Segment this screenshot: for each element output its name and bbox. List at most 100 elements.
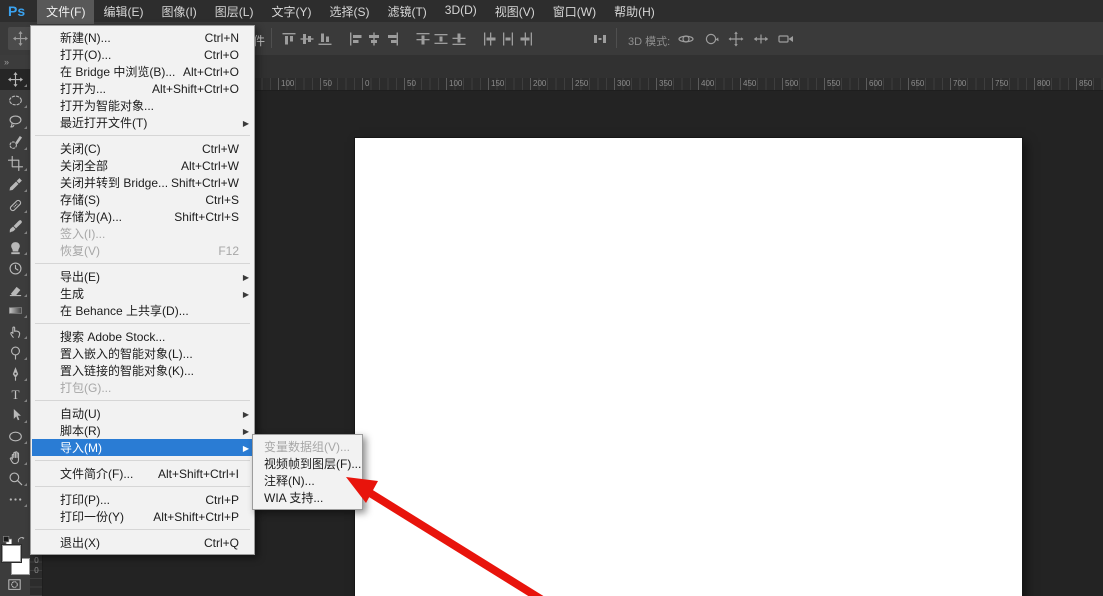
photoshop-logo: Ps (0, 3, 37, 19)
menu-item[interactable]: 关闭(C)Ctrl+W (32, 140, 253, 157)
menubar-item[interactable]: 文字(Y) (262, 0, 320, 24)
hand-tool[interactable] (0, 447, 30, 468)
menu-item[interactable]: 脚本(R)▶ (32, 422, 253, 439)
menubar-item[interactable]: 3D(D) (436, 0, 486, 24)
ruler-label: 400 (698, 78, 714, 90)
move-tool[interactable] (0, 69, 30, 90)
align-left-edges-icon[interactable] (348, 31, 364, 47)
document-canvas[interactable] (355, 138, 1022, 596)
menubar-item[interactable]: 滤镜(T) (378, 0, 435, 24)
zoom-tool[interactable] (0, 468, 30, 489)
quick-mask-icon[interactable] (5, 578, 24, 592)
gradient-tool[interactable] (0, 300, 30, 321)
menu-item[interactable]: 退出(X)Ctrl+Q (32, 534, 253, 551)
path-selection-tool[interactable] (0, 405, 30, 426)
3d-roll-icon[interactable] (703, 31, 719, 47)
submenu-item[interactable]: 注释(N)... (254, 472, 361, 489)
menu-item[interactable]: 打开为...Alt+Shift+Ctrl+O (32, 80, 253, 97)
menubar-item[interactable]: 文件(F) (37, 0, 94, 24)
type-tool[interactable]: T (0, 384, 30, 405)
menu-item[interactable]: 置入链接的智能对象(K)... (32, 362, 253, 379)
submenu-item[interactable]: 视频帧到图层(F)... (254, 455, 361, 472)
distribute-spacing-icon[interactable] (592, 31, 608, 47)
align-horizontal-centers-icon[interactable] (366, 31, 382, 47)
ruler-label: 550 (824, 78, 840, 90)
eyedropper-tool[interactable] (0, 174, 30, 195)
clone-stamp-tool[interactable] (0, 237, 30, 258)
healing-tool[interactable] (0, 195, 30, 216)
menubar-item[interactable]: 视图(V) (486, 0, 544, 24)
menu-item[interactable]: 存储(S)Ctrl+S (32, 191, 253, 208)
menubar-item[interactable]: 选择(S) (320, 0, 378, 24)
menu-item[interactable]: 打开(O)...Ctrl+O (32, 46, 253, 63)
submenu-arrow-icon: ▶ (243, 410, 249, 419)
menu-item[interactable]: 自动(U)▶ (32, 405, 253, 422)
distribute-horizontal-centers-icon[interactable] (500, 31, 516, 47)
menu-item[interactable]: 打印一份(Y)Alt+Shift+Ctrl+P (32, 508, 253, 525)
eraser-tool[interactable] (0, 279, 30, 300)
lasso-tool[interactable] (0, 111, 30, 132)
current-tool-preset[interactable] (8, 27, 32, 50)
distribute-bottom-edges-icon[interactable] (451, 31, 467, 47)
smudge-tool[interactable] (0, 321, 30, 342)
menu-separator (35, 486, 250, 487)
collapse-panel-button[interactable]: » (0, 55, 30, 69)
default-colors-icon[interactable] (2, 533, 13, 544)
ruler-label: 500 (782, 78, 798, 90)
menu-item-import[interactable]: 导入(M)▶ (32, 439, 253, 456)
marquee-tool[interactable] (0, 90, 30, 111)
menubar-item[interactable]: 窗口(W) (544, 0, 605, 24)
menubar-item[interactable]: 帮助(H) (605, 0, 664, 24)
menu-item[interactable]: 存储为(A)...Shift+Ctrl+S (32, 208, 253, 225)
color-controls (0, 533, 30, 593)
brush-tool[interactable] (0, 216, 30, 237)
menubar-item[interactable]: 图层(L) (206, 0, 263, 24)
dodge-tool[interactable] (0, 342, 30, 363)
align-bottom-edges-icon[interactable] (317, 31, 333, 47)
pen-tool[interactable] (0, 363, 30, 384)
quick-selection-tool[interactable] (0, 132, 30, 153)
menu-item[interactable]: 导出(E)▶ (32, 268, 253, 285)
swap-colors-icon[interactable] (16, 533, 27, 544)
history-brush-tool[interactable] (0, 258, 30, 279)
edit-toolbar-tool[interactable] (0, 489, 30, 510)
menu-item[interactable]: 关闭全部Alt+Ctrl+W (32, 157, 253, 174)
3d-zoom-icon[interactable] (778, 31, 794, 47)
distribute-right-edges-icon[interactable] (518, 31, 534, 47)
3d-slide-icon[interactable] (753, 31, 769, 47)
ruler-label: 50 (404, 78, 416, 90)
align-top-edges-icon[interactable] (281, 31, 297, 47)
align-vertical-centers-icon[interactable] (299, 31, 315, 47)
menu-item[interactable]: 打开为智能对象... (32, 97, 253, 114)
menu-item[interactable]: 最近打开文件(T)▶ (32, 114, 253, 131)
menu-item[interactable]: 打印(P)...Ctrl+P (32, 491, 253, 508)
align-right-edges-icon[interactable] (384, 31, 400, 47)
menu-separator (35, 135, 250, 136)
submenu-arrow-icon: ▶ (243, 427, 249, 436)
ruler-label: 600 (866, 78, 882, 90)
menu-item[interactable]: 搜索 Adobe Stock... (32, 328, 253, 345)
menu-item[interactable]: 打包(G)... (32, 379, 253, 396)
crop-tool[interactable] (0, 153, 30, 174)
3d-pan-icon[interactable] (728, 31, 744, 47)
submenu-item[interactable]: WIA 支持... (254, 489, 361, 506)
foreground-color-swatch[interactable] (2, 545, 21, 562)
menu-item[interactable]: 关闭并转到 Bridge...Shift+Ctrl+W (32, 174, 253, 191)
menu-item[interactable]: 签入(I)... (32, 225, 253, 242)
submenu-item[interactable]: 变量数据组(V)... (254, 438, 361, 455)
menu-item[interactable]: 新建(N)...Ctrl+N (32, 29, 253, 46)
menu-item[interactable]: 生成▶ (32, 285, 253, 302)
menu-item[interactable]: 在 Behance 上共享(D)... (32, 302, 253, 319)
menubar-item[interactable]: 编辑(E) (94, 0, 152, 24)
menu-item[interactable]: 置入嵌入的智能对象(L)... (32, 345, 253, 362)
file-menu: 新建(N)...Ctrl+N打开(O)...Ctrl+O在 Bridge 中浏览… (30, 25, 255, 555)
3d-orbit-icon[interactable] (678, 31, 694, 47)
menu-item[interactable]: 文件简介(F)...Alt+Shift+Ctrl+I (32, 465, 253, 482)
menu-item[interactable]: 恢复(V)F12 (32, 242, 253, 259)
menu-item[interactable]: 在 Bridge 中浏览(B)...Alt+Ctrl+O (32, 63, 253, 80)
distribute-left-edges-icon[interactable] (482, 31, 498, 47)
menubar-item[interactable]: 图像(I) (152, 0, 205, 24)
ellipse-shape-tool[interactable] (0, 426, 30, 447)
distribute-top-edges-icon[interactable] (415, 31, 431, 47)
distribute-vertical-centers-icon[interactable] (433, 31, 449, 47)
